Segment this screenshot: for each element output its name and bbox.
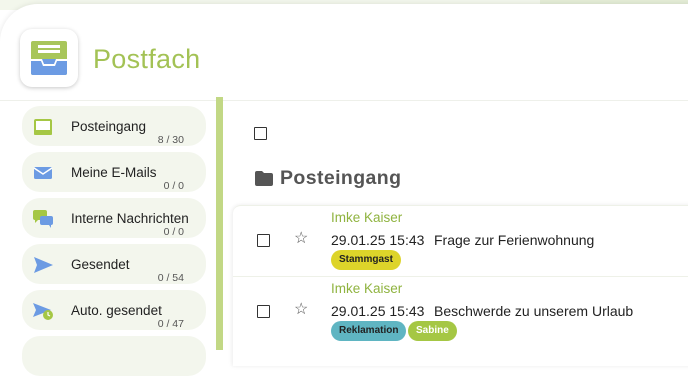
mail-subject: Frage zur Ferienwohnung (434, 232, 595, 248)
mail-tag: Stammgast (331, 250, 401, 270)
folder-title: Posteingang (280, 167, 402, 189)
mail-date: 29.01.25 15:43 (331, 303, 425, 319)
sidebar-item-label: Auto. gesendet (71, 303, 162, 318)
sidebar-item-label: Interne Nachrichten (71, 211, 189, 226)
folder-sidebar: Posteingang 8 / 30 Meine E-Mails 0 / 0 I… (0, 104, 214, 376)
sidebar-item-count: 0 / 0 (163, 180, 184, 192)
mail-row[interactable]: ☆ Imke Kaiser 29.01.25 15:43 Beschwerde … (233, 276, 688, 347)
mail-list-panel: Posteingang ☆ Imke Kaiser 29.01.25 15:43… (225, 97, 688, 366)
sidebar-item-interne-nachrichten[interactable]: Interne Nachrichten 0 / 0 (22, 198, 206, 238)
sidebar-item-label: Meine E-Mails (71, 165, 157, 180)
app-title: Postfach (93, 44, 201, 74)
mail-tag: Sabine (408, 321, 457, 341)
sidebar-item-label: Posteingang (71, 119, 147, 134)
sidebar-item-gesendet[interactable]: Gesendet 0 / 54 (22, 244, 206, 284)
chat-bubbles-icon (33, 210, 53, 228)
inbox-icon (34, 119, 52, 135)
sidebar-item-posteingang[interactable]: Posteingang 8 / 30 (22, 106, 206, 146)
folder-icon (255, 171, 273, 186)
mail-date: 29.01.25 15:43 (331, 232, 425, 248)
star-icon[interactable]: ☆ (294, 231, 308, 247)
postfach-logo-icon (20, 29, 78, 87)
sidebar-item-count: 0 / 54 (157, 272, 184, 284)
mail-subject: Beschwerde zu unserem Urlaub (434, 303, 634, 319)
app-header: Postfach (0, 4, 688, 96)
sidebar-item-count: 0 / 0 (163, 226, 184, 238)
mail-sender: Imke Kaiser (331, 210, 403, 225)
auto-send-icon (33, 303, 53, 320)
sidebar-scrollbar[interactable] (216, 97, 223, 350)
sidebar-item-count: 8 / 30 (157, 134, 184, 146)
mail-select-checkbox[interactable] (257, 234, 270, 247)
send-icon (34, 257, 53, 273)
select-all-checkbox[interactable] (254, 127, 267, 140)
star-icon[interactable]: ☆ (294, 302, 308, 318)
mail-tag: Reklamation (331, 321, 407, 341)
sidebar-item-partial[interactable] (22, 336, 206, 376)
mail-sender: Imke Kaiser (331, 281, 403, 296)
sidebar-item-count: 0 / 47 (157, 318, 184, 330)
envelope-icon (33, 167, 53, 179)
mail-list: ☆ Imke Kaiser 29.01.25 15:43 Frage zur F… (233, 205, 688, 366)
sidebar-item-meine-emails[interactable]: Meine E-Mails 0 / 0 (22, 152, 206, 192)
sidebar-item-auto-gesendet[interactable]: Auto. gesendet 0 / 47 (22, 290, 206, 330)
mail-select-checkbox[interactable] (257, 305, 270, 318)
sidebar-item-label: Gesendet (71, 257, 130, 272)
mail-row[interactable]: ☆ Imke Kaiser 29.01.25 15:43 Frage zur F… (233, 206, 688, 276)
